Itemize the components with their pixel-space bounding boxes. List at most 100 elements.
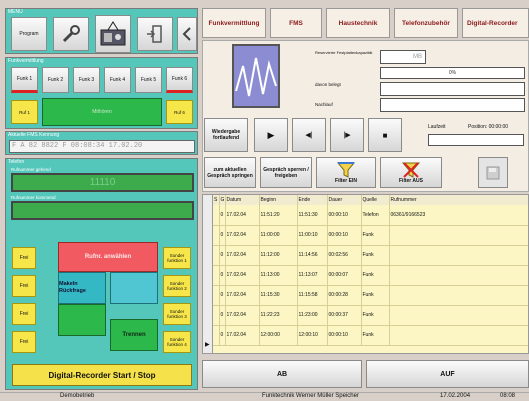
header-quelle[interactable]: Quelle — [361, 195, 390, 205]
frei-button-3[interactable]: Frei — [12, 303, 36, 325]
sonder-3-button[interactable]: Sonder funktion 3 — [163, 303, 191, 325]
jump-current-call-button[interactable]: zum aktuellen Gespräch springen — [204, 157, 256, 188]
sonder-1-button[interactable]: Sonder funktion 1 — [163, 247, 191, 269]
table-cell: 17.02.04 — [225, 225, 260, 245]
table-row[interactable]: 0 17.02.04 11:15:30 11:15:58 00:00:28 Funk — [213, 285, 528, 305]
table-cell: 17.02.04 — [225, 325, 260, 345]
exit-button[interactable] — [137, 17, 173, 51]
mithoeren-button[interactable]: Mithören — [42, 98, 162, 126]
program-button[interactable]: Program — [11, 17, 47, 51]
table-cell: Funk — [361, 285, 390, 305]
fms-panel-title: Aktuelle FMS Kennung — [8, 132, 60, 138]
frei-button-2[interactable]: Frei — [12, 275, 36, 297]
lock-call-button[interactable]: Gespräch sperren / freigeben — [260, 157, 312, 188]
tab-telefonzubehoer[interactable]: Telefonzubehör — [394, 8, 458, 38]
funk-panel: Funkvermittlung Funk 1 Funk 2 Funk 3 Fun… — [5, 57, 198, 129]
table-cell: 00:02:56 — [327, 245, 362, 265]
incoming-number-display: 11110 — [11, 173, 194, 192]
sonder-2-button[interactable]: Sonder funktion 2 — [163, 275, 191, 297]
fms-display: F A 82 8822 F 08:08:34 17.02.20 — [9, 140, 195, 153]
stop-icon: ■ — [382, 130, 388, 140]
blank-cyan-button[interactable] — [110, 272, 158, 304]
menu-panel-title: MENU — [8, 9, 23, 15]
funk-panel-title: Funkvermittlung — [8, 58, 44, 64]
funk-3-button[interactable]: Funk 3 — [73, 67, 100, 93]
play-icon: ▶ — [267, 129, 275, 140]
table-row[interactable]: 0 17.02.04 11:22:23 11:23:00 00:00:37 Funk — [213, 305, 528, 325]
forward-button[interactable]: |▶ — [330, 118, 364, 152]
funk-6-button[interactable]: Funk 6 — [166, 67, 193, 93]
table-row[interactable]: 0 17.02.04 11:51:20 11:51:30 00:00:10 Telefon… — [213, 205, 528, 225]
floppy-disk-icon — [486, 166, 500, 179]
table-cell: 11:13:07 — [297, 265, 328, 285]
table-header-row: S G Datum Beginn Ende Dauer Quelle Rufnu… — [213, 195, 528, 205]
header-rufnummer[interactable]: Rufnummer — [389, 195, 528, 205]
filter-on-button[interactable]: Filter EIN — [316, 157, 376, 188]
table-cell: 11:51:20 — [259, 205, 298, 225]
current-row-marker-icon: ▶ — [205, 342, 210, 348]
recorder-start-stop-button[interactable]: Digital-Recorder Start / Stop — [12, 364, 192, 386]
table-cell: 11:00:00 — [259, 225, 298, 245]
tab-fms[interactable]: FMS — [270, 8, 322, 38]
table-cell: 00:00:10 — [327, 205, 362, 225]
funk-4-button[interactable]: Funk 4 — [104, 67, 131, 93]
tools-icon — [62, 25, 80, 43]
table-cell: 11:14:56 — [297, 245, 328, 265]
nachlauf-field[interactable] — [380, 98, 525, 112]
table-cell: 11:12:00 — [259, 245, 298, 265]
ruf-anwaehlen-button[interactable]: Rufnr. anwählen — [58, 242, 158, 272]
frei-button-1[interactable]: Frei — [12, 247, 36, 269]
table-cell: 00:00:10 — [327, 225, 362, 245]
makeln-button[interactable]: Makeln Rückfrage — [58, 272, 106, 304]
funk-1-button[interactable]: Funk 1 — [11, 67, 38, 93]
table-cell — [389, 225, 528, 245]
play-button[interactable]: ▶ — [254, 118, 288, 152]
wiedergabe-fortlaufend-button[interactable]: Wiedergabe fortlaufend — [204, 118, 248, 152]
header-beginn[interactable]: Beginn — [259, 195, 298, 205]
trennen-button[interactable]: Trennen — [110, 319, 158, 351]
header-datum[interactable]: Datum — [225, 195, 260, 205]
table-cell: 17.02.04 — [225, 265, 260, 285]
table-cell: 17.02.04 — [225, 205, 260, 225]
funk-2-button[interactable]: Funk 2 — [42, 67, 69, 93]
reserved-capacity-field[interactable]: MB — [380, 50, 426, 64]
table-row[interactable]: 0 17.02.04 12:00:00 12:00:10 00:00:10 Funk — [213, 325, 528, 345]
ruf-6-button[interactable]: Ruf 6 — [166, 100, 193, 124]
row-selector-column — [203, 195, 213, 353]
signal-wave-icon — [235, 57, 277, 97]
sonder-4-button[interactable]: Sonder funktion 4 — [163, 331, 191, 353]
back-button[interactable] — [177, 17, 197, 51]
table-cell: 12:00:10 — [297, 325, 328, 345]
tab-digital-recorder[interactable]: Digital-Recorder — [462, 8, 529, 38]
blank-green-button[interactable] — [58, 304, 106, 336]
table-row[interactable]: 0 17.02.04 11:00:00 11:00:10 00:00:10 Funk — [213, 225, 528, 245]
laufzeit-bar — [428, 134, 524, 146]
filter-off-button[interactable]: Filter AUS — [380, 157, 442, 188]
funk-5-button[interactable]: Funk 5 — [135, 67, 162, 93]
status-mode: Demobetrieb — [60, 393, 95, 399]
header-dauer[interactable]: Dauer — [327, 195, 362, 205]
ruf-1-button[interactable]: Ruf 1 — [11, 100, 38, 124]
tools-button[interactable] — [53, 17, 89, 51]
table-cell: 00:00:37 — [327, 305, 362, 325]
recorder-logo — [232, 44, 280, 108]
tab-haustechnik[interactable]: Haustechnik — [326, 8, 390, 38]
table-cell: 17.02.04 — [225, 305, 260, 325]
call-table[interactable]: S G Datum Beginn Ende Dauer Quelle Rufnu… — [202, 194, 529, 354]
tab-funkvermittlung[interactable]: Funkvermittlung — [202, 8, 266, 38]
auf-button[interactable]: AUF — [366, 360, 529, 388]
rewind-button[interactable]: ◀| — [292, 118, 326, 152]
table-cell — [389, 285, 528, 305]
radio-settings-button[interactable] — [95, 15, 131, 53]
stop-button[interactable]: ■ — [368, 118, 402, 152]
chevron-left-icon — [182, 27, 191, 41]
save-button[interactable] — [478, 157, 508, 188]
table-row[interactable]: 0 17.02.04 11:12:00 11:14:56 00:02:56 Funk — [213, 245, 528, 265]
ab-button[interactable]: AB — [202, 360, 362, 388]
header-ende[interactable]: Ende — [297, 195, 328, 205]
table-cell: 12:00:00 — [259, 325, 298, 345]
outgoing-number-display — [11, 201, 194, 220]
fms-panel: Aktuelle FMS Kennung F A 82 8822 F 08:08… — [5, 131, 198, 155]
frei-button-4[interactable]: Frei — [12, 331, 36, 353]
table-row[interactable]: 0 17.02.04 11:13:00 11:13:07 00:00:07 Funk — [213, 265, 528, 285]
